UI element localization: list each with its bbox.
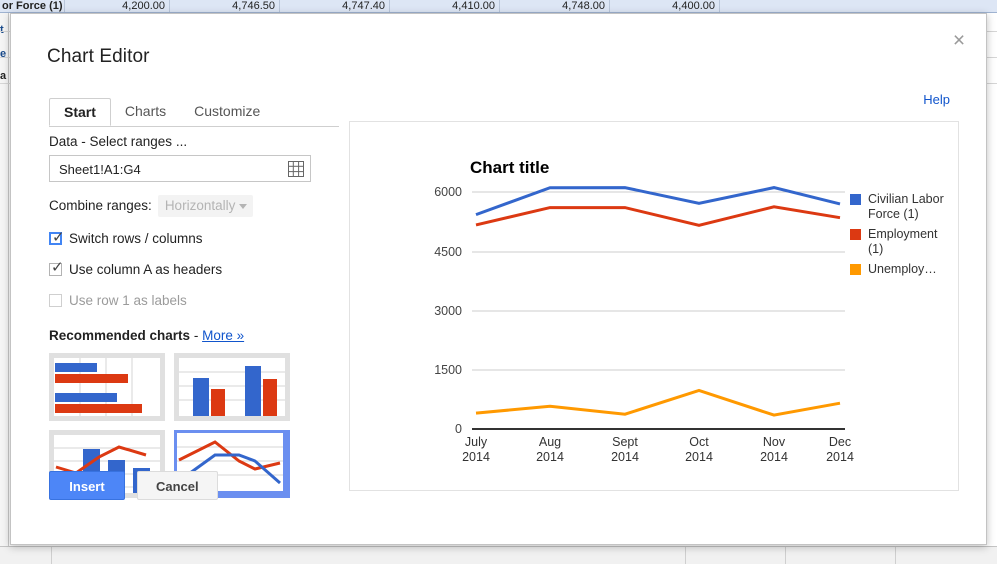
dialog-footer: Insert Cancel <box>49 471 218 500</box>
combine-ranges-select[interactable]: Horizontally <box>157 195 254 217</box>
x-axis-tick-label: Aug 2014 <box>536 435 564 464</box>
cell-value: 4,747.40 <box>280 0 390 12</box>
sheet-tab-segment <box>0 547 52 564</box>
tab-customize[interactable]: Customize <box>180 98 274 125</box>
close-icon[interactable]: × <box>948 30 970 52</box>
x-axis-tick-label: Sept 2014 <box>611 435 639 464</box>
tab-bar: Start Charts Customize <box>49 98 339 127</box>
cell-value: 4,746.50 <box>170 0 280 12</box>
x-axis-tick-label: Nov 2014 <box>760 435 788 464</box>
combine-ranges-label: Combine ranges: <box>49 198 152 213</box>
bar-chart-thumbnail[interactable] <box>49 353 165 421</box>
cell-value: 4,200.00 <box>65 0 170 12</box>
checkbox-label: Use column A as headers <box>69 262 223 277</box>
data-range-field[interactable] <box>49 155 311 183</box>
legend-label: Employment (1) <box>868 227 938 256</box>
x-axis-tick-label: July 2014 <box>462 435 490 464</box>
spreadsheet-row: or Force (1) 4,200.00 4,746.50 4,747.40 … <box>0 0 997 13</box>
checkbox-use-row-1-as-labels[interactable]: Use row 1 as labels <box>49 292 339 310</box>
chart-preview[interactable]: Chart title 6000 4500 3000 1500 0 July 2… <box>349 121 959 491</box>
x-axis-tick-label: Dec 2014 <box>826 435 854 464</box>
sheet-tab-segment <box>686 547 786 564</box>
series-line-employment <box>475 205 841 227</box>
tab-charts[interactable]: Charts <box>111 98 180 125</box>
edge-text-fragment: t <box>0 24 4 36</box>
data-range-label: Data - Select ranges ... <box>49 134 188 149</box>
cell-value: 4,748.00 <box>500 0 610 12</box>
tab-start[interactable]: Start <box>49 98 111 126</box>
y-axis-tick-label: 6000 <box>434 185 462 199</box>
insert-button[interactable]: Insert <box>49 471 125 500</box>
cell-value: 4,400.00 <box>610 0 720 12</box>
checkbox-box[interactable] <box>49 294 62 307</box>
sheet-tab-bar <box>0 546 997 564</box>
screenshot-root: or Force (1) 4,200.00 4,746.50 4,747.40 … <box>0 0 997 564</box>
checkbox-box[interactable]: ✓ <box>49 260 64 276</box>
sheet-tab-segment <box>650 547 686 564</box>
checkbox-switch-rows-columns[interactable]: ✓ Switch rows / columns <box>49 230 339 248</box>
dialog-title: Chart Editor <box>47 46 150 67</box>
legend-item-unemployment[interactable]: Unemploy… <box>850 262 954 277</box>
recommended-separator: - <box>193 328 199 343</box>
help-link[interactable]: Help <box>923 92 950 107</box>
start-tab-panel: Data - Select ranges ... Combine ranges: <box>49 134 339 507</box>
recommended-charts-title: Recommended charts <box>49 328 191 343</box>
edge-text-fragment: a <box>0 70 7 82</box>
edge-text-fragment: e <box>0 48 7 60</box>
legend-swatch-red <box>850 229 861 240</box>
combine-ranges-row: Combine ranges: Horizontally <box>49 195 339 217</box>
y-axis-tick-label: 3000 <box>434 304 462 318</box>
legend-swatch-blue <box>850 194 861 205</box>
checkbox-label: Switch rows / columns <box>69 231 203 246</box>
chart-editor-dialog: × Chart Editor Help Start Charts Customi… <box>10 13 987 545</box>
cell-value: 4,410.00 <box>390 0 500 12</box>
grid-select-icon[interactable] <box>288 161 304 177</box>
recommended-charts-header: Recommended charts - More » <box>49 310 339 343</box>
row-header-column <box>0 13 9 564</box>
checkbox-use-column-a-as-headers[interactable]: ✓ Use column A as headers <box>49 260 339 279</box>
y-axis-tick-label: 0 <box>455 422 462 436</box>
checkbox-box[interactable]: ✓ <box>49 230 65 245</box>
row-label-cell: or Force (1) <box>0 0 65 12</box>
legend-label: Civilian Labor Force (1) <box>868 192 944 221</box>
legend-item-civilian-labor-force[interactable]: Civilian Labor Force (1) <box>850 192 954 222</box>
more-link[interactable]: More » <box>202 328 244 343</box>
legend-label: Unemploy… <box>868 262 937 276</box>
y-axis-tick-label: 4500 <box>434 245 462 259</box>
sheet-tab-segment <box>786 547 896 564</box>
series-line-unemployment <box>475 388 841 417</box>
cancel-button[interactable]: Cancel <box>137 471 218 500</box>
legend-swatch-orange <box>850 264 861 275</box>
column-chart-thumbnail[interactable] <box>174 353 290 421</box>
combine-ranges-value: Horizontally <box>164 198 236 213</box>
chevron-down-icon <box>239 204 248 209</box>
y-axis-tick-label: 1500 <box>434 363 462 377</box>
x-axis-tick-label: Oct 2014 <box>685 435 713 464</box>
data-range-input[interactable] <box>57 156 276 183</box>
checkbox-label: Use row 1 as labels <box>69 293 187 308</box>
legend-item-employment[interactable]: Employment (1) <box>850 227 954 257</box>
